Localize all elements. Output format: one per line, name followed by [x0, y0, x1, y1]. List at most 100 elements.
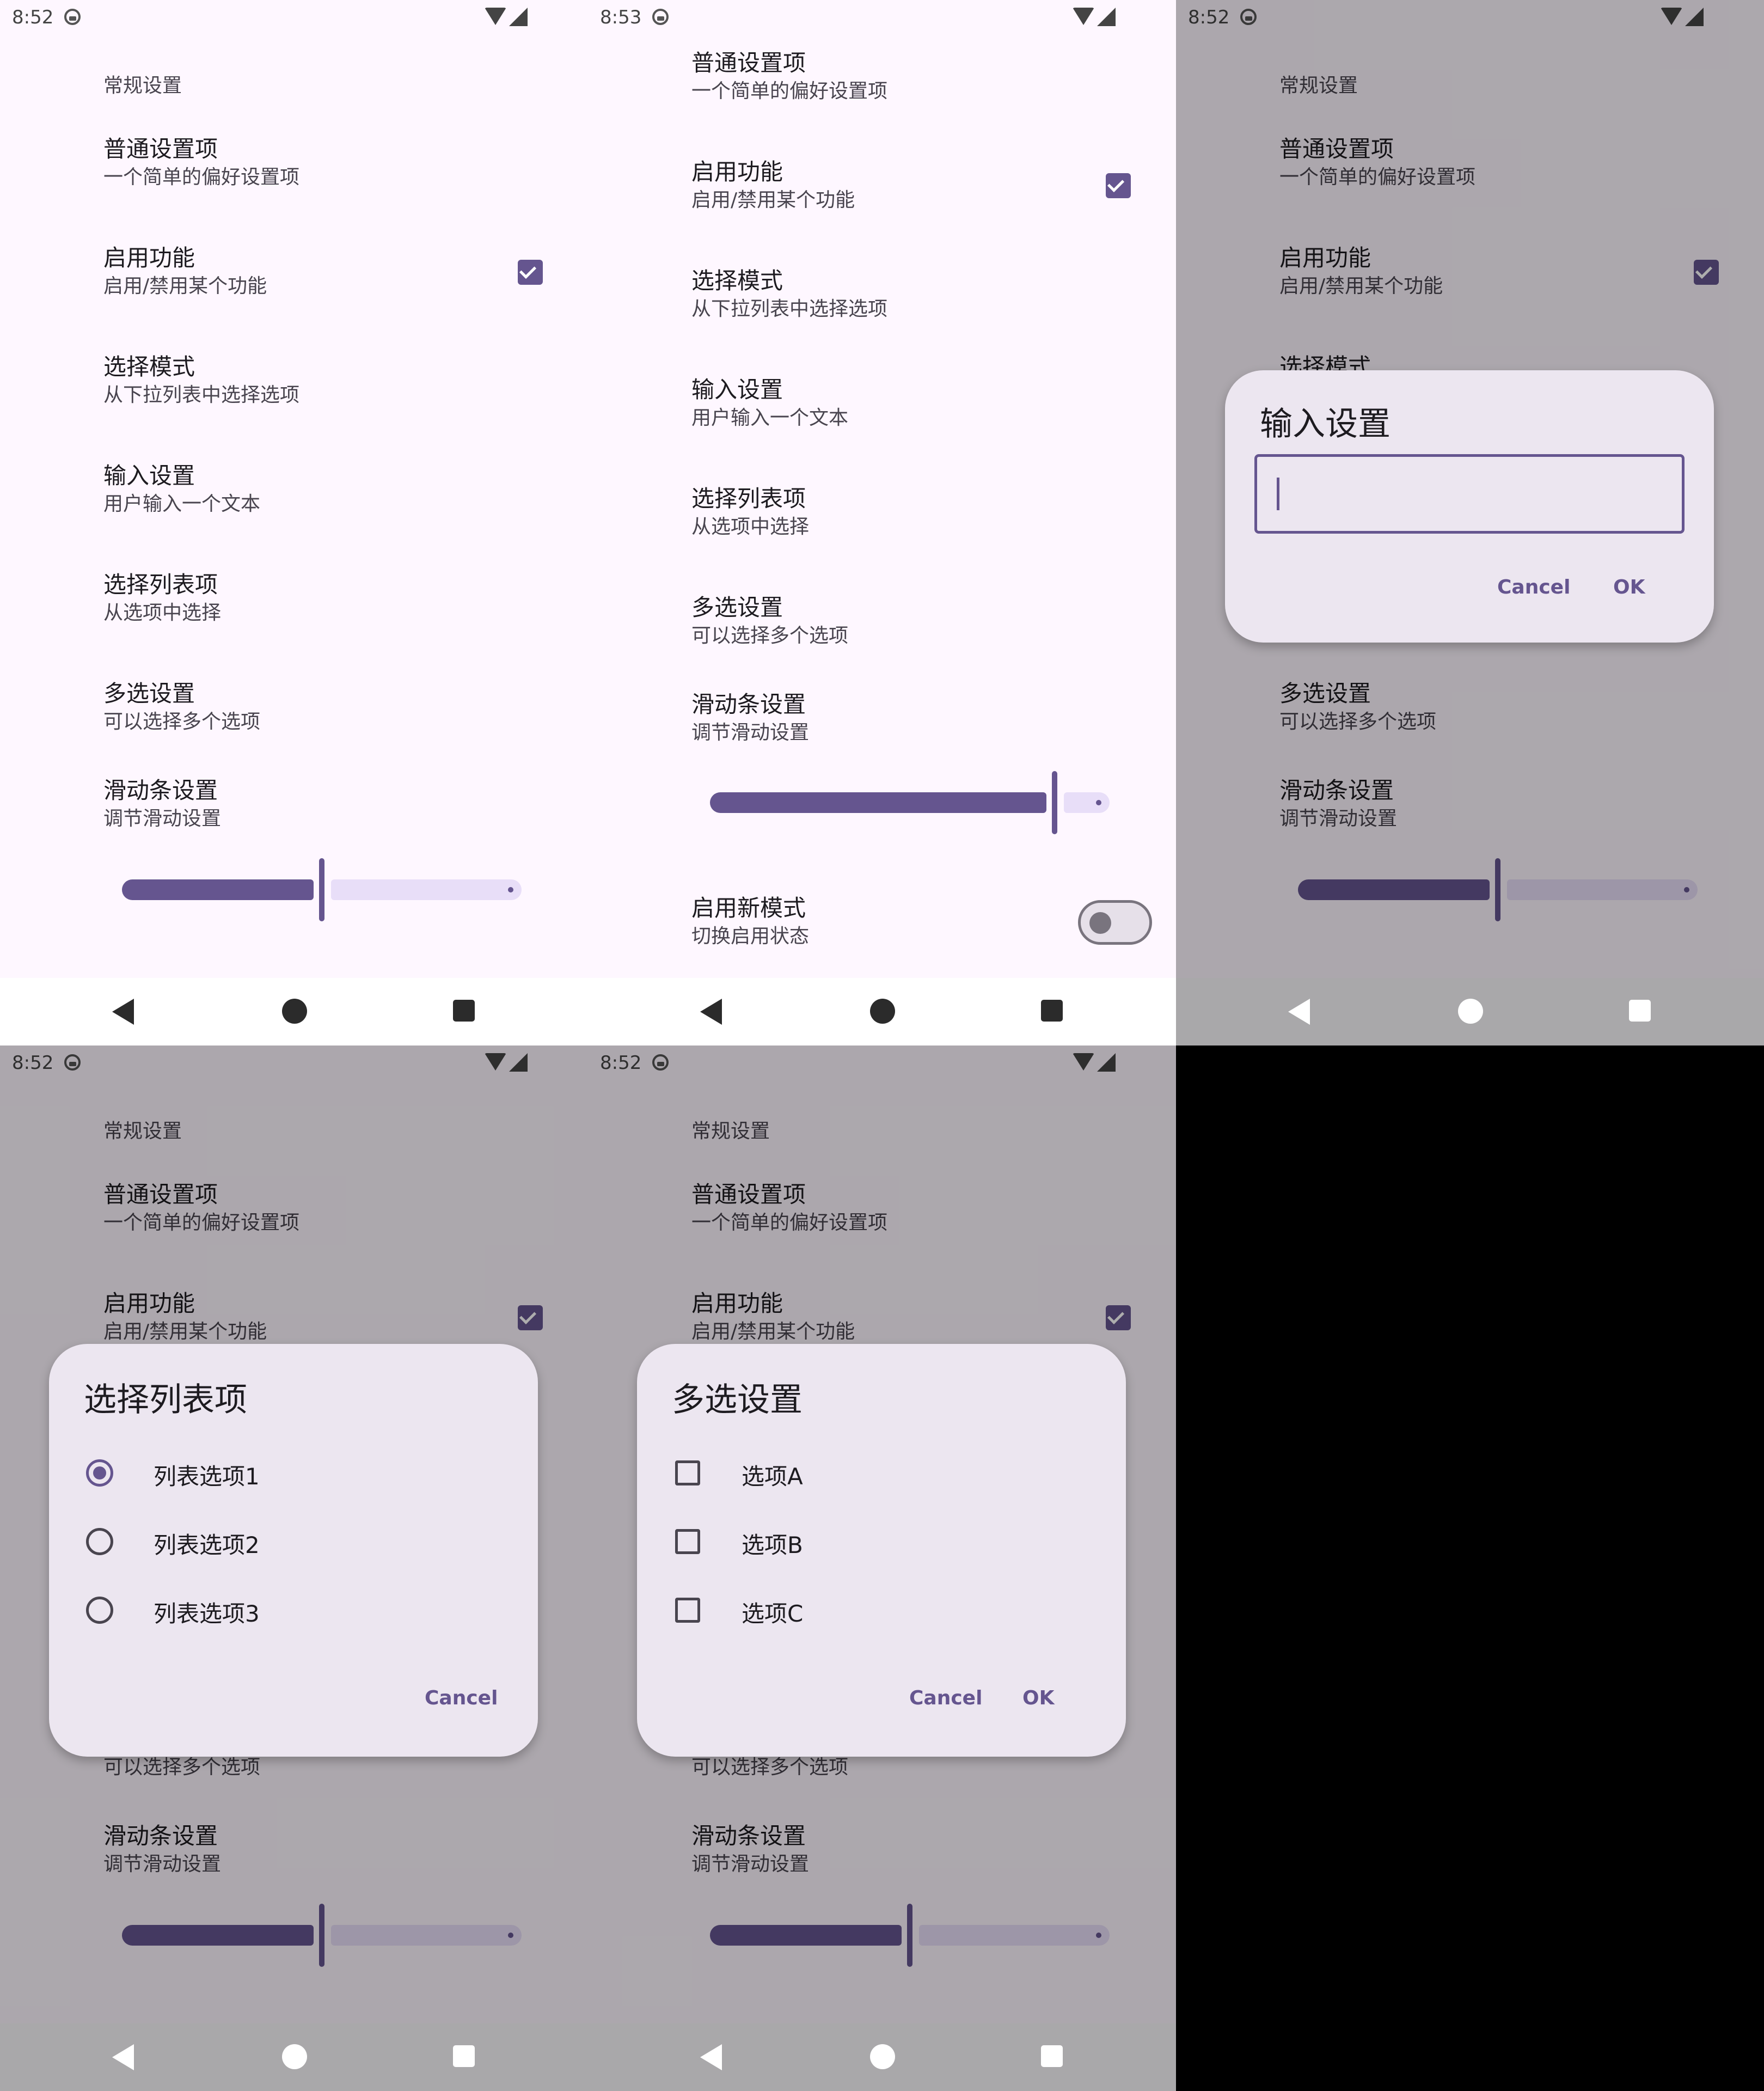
option-label[interactable]: 选项B	[742, 1527, 803, 1560]
recents-icon[interactable]	[1629, 1000, 1651, 1022]
option-label[interactable]: 选项A	[742, 1458, 803, 1491]
status-time: 8:52	[12, 7, 54, 28]
status-bar: 8:52	[0, 0, 588, 35]
slider-active-track[interactable]	[122, 879, 314, 900]
navigation-bar	[1176, 978, 1764, 1046]
pref-enable[interactable]: 启用功能 启用/禁用某个功能	[691, 157, 855, 213]
pref-title: 选择列表项	[691, 485, 806, 512]
signal-icon	[1097, 8, 1116, 26]
dialog-title: 多选设置	[672, 1381, 803, 1419]
pref-enable[interactable]: 启用功能 启用/禁用某个功能	[103, 243, 267, 299]
pref-new-mode[interactable]: 启用新模式 切换启用状态	[691, 893, 809, 950]
home-icon[interactable]	[870, 2044, 895, 2069]
wifi-icon	[485, 8, 506, 25]
pref-general[interactable]: 普通设置项 一个简单的偏好设置项	[691, 48, 887, 105]
pref-title: 多选设置	[691, 594, 783, 621]
radio-option-3[interactable]	[86, 1597, 113, 1624]
back-icon[interactable]	[700, 999, 722, 1025]
empty-tile	[1176, 1046, 1764, 2091]
pref-select-mode[interactable]: 选择模式 从下拉列表中选择选项	[103, 352, 299, 408]
settings-screen-3-input-dialog: 8:52 常规设置 普通设置项 一个简单的偏好设置项 启用功能 启用/禁用某个功…	[1176, 0, 1764, 1046]
enable-checkbox[interactable]	[1106, 173, 1131, 198]
pref-summary: 一个简单的偏好设置项	[691, 80, 888, 102]
settings-screen-4-list-dialog: 8:52 常规设置 普通设置项 一个简单的偏好设置项 启用功能 启用/禁用某个功…	[0, 1046, 588, 2091]
pref-summary: 从下拉列表中选择选项	[103, 384, 300, 406]
recents-icon[interactable]	[1041, 1000, 1063, 1022]
category-header: 常规设置	[103, 75, 182, 97]
new-mode-switch[interactable]	[1078, 900, 1152, 945]
recents-icon[interactable]	[1041, 2045, 1063, 2067]
ok-button[interactable]: OK	[1022, 1687, 1055, 1709]
switch-thumb	[1089, 912, 1111, 934]
slider-stop-indicator	[1096, 800, 1101, 805]
option-label[interactable]: 列表选项2	[154, 1527, 260, 1560]
cancel-button[interactable]: Cancel	[425, 1687, 498, 1709]
checkbox-option-a[interactable]	[675, 1460, 700, 1485]
pref-summary: 启用/禁用某个功能	[691, 189, 855, 211]
pref-title: 选择模式	[103, 353, 195, 380]
text-cursor	[1277, 478, 1279, 510]
enable-checkbox[interactable]	[518, 260, 543, 285]
recents-icon[interactable]	[453, 1000, 475, 1022]
pref-title: 选择列表项	[103, 571, 218, 598]
cancel-button[interactable]: Cancel	[1497, 576, 1570, 598]
cancel-button[interactable]: Cancel	[909, 1687, 982, 1709]
pref-slider: 滑动条设置 调节滑动设置	[103, 775, 221, 832]
home-icon[interactable]	[1458, 999, 1483, 1024]
option-label[interactable]: 列表选项1	[154, 1458, 260, 1491]
pref-title: 启用功能	[691, 158, 783, 185]
back-icon[interactable]	[1288, 999, 1310, 1025]
pref-list[interactable]: 选择列表项 从选项中选择	[691, 484, 809, 540]
pref-summary: 从下拉列表中选择选项	[691, 298, 888, 320]
ok-button[interactable]: OK	[1613, 576, 1645, 598]
pref-summary: 从选项中选择	[691, 516, 810, 538]
pref-title: 选择模式	[691, 267, 783, 294]
recents-icon[interactable]	[453, 2045, 475, 2067]
signal-icon	[509, 8, 528, 26]
pref-slider: 滑动条设置 调节滑动设置	[691, 689, 809, 746]
pref-summary: 切换启用状态	[691, 925, 810, 947]
pref-input[interactable]: 输入设置 用户输入一个文本	[691, 375, 848, 431]
settings-screen-2-scrolled: 8:53 普通设置项 一个简单的偏好设置项 启用功能 启用/禁用某个功能 选择模…	[588, 0, 1176, 1046]
option-label[interactable]: 选项C	[742, 1595, 803, 1629]
pref-general[interactable]: 普通设置项 一个简单的偏好设置项	[103, 134, 299, 191]
settings-screen-5-multi-dialog: 8:52 常规设置 普通设置项 一个简单的偏好设置项 启用功能 启用/禁用某个功…	[588, 1046, 1176, 2091]
home-icon[interactable]	[870, 999, 895, 1024]
slider-inactive-track[interactable]	[331, 879, 522, 900]
slider-active-track[interactable]	[710, 792, 1046, 813]
input-dialog: 输入设置 Cancel OK	[1225, 370, 1714, 643]
pref-title: 启用新模式	[691, 895, 806, 921]
pref-multi[interactable]: 多选设置 可以选择多个选项	[691, 592, 848, 649]
sync-icon	[64, 9, 81, 25]
dialog-title: 选择列表项	[84, 1381, 247, 1419]
pref-summary: 用户输入一个文本	[691, 407, 849, 429]
slider-stop-indicator	[508, 887, 513, 892]
navigation-bar	[588, 2023, 1176, 2091]
slider-inactive-track[interactable]	[1064, 792, 1110, 813]
pref-title: 普通设置项	[103, 136, 218, 162]
list-dialog: 选择列表项 列表选项1 列表选项2 列表选项3 Cancel	[49, 1344, 538, 1757]
back-icon[interactable]	[112, 999, 134, 1025]
pref-input[interactable]: 输入设置 用户输入一个文本	[103, 461, 260, 517]
home-icon[interactable]	[282, 2044, 307, 2069]
checkbox-option-b[interactable]	[675, 1529, 700, 1554]
pref-summary: 调节滑动设置	[103, 808, 222, 830]
back-icon[interactable]	[700, 2044, 722, 2070]
input-text-field[interactable]	[1254, 454, 1685, 534]
pref-list[interactable]: 选择列表项 从选项中选择	[103, 570, 221, 626]
home-icon[interactable]	[282, 999, 307, 1024]
back-icon[interactable]	[112, 2044, 134, 2070]
radio-option-2[interactable]	[86, 1528, 113, 1555]
radio-option-1[interactable]	[86, 1459, 113, 1487]
settings-screen-1: 8:52 常规设置 普通设置项 一个简单的偏好设置项 启用功能 启用/禁用某个功…	[0, 0, 588, 1046]
slider-handle[interactable]	[1052, 771, 1057, 834]
pref-multi[interactable]: 多选设置 可以选择多个选项	[103, 678, 260, 735]
dialog-title: 输入设置	[1260, 405, 1391, 443]
pref-select-mode[interactable]: 选择模式 从下拉列表中选择选项	[691, 266, 887, 322]
pref-title: 普通设置项	[691, 50, 806, 76]
pref-summary: 用户输入一个文本	[103, 493, 261, 515]
pref-summary: 调节滑动设置	[691, 722, 810, 744]
checkbox-option-c[interactable]	[675, 1598, 700, 1623]
option-label[interactable]: 列表选项3	[154, 1595, 260, 1629]
slider-handle[interactable]	[319, 858, 324, 921]
